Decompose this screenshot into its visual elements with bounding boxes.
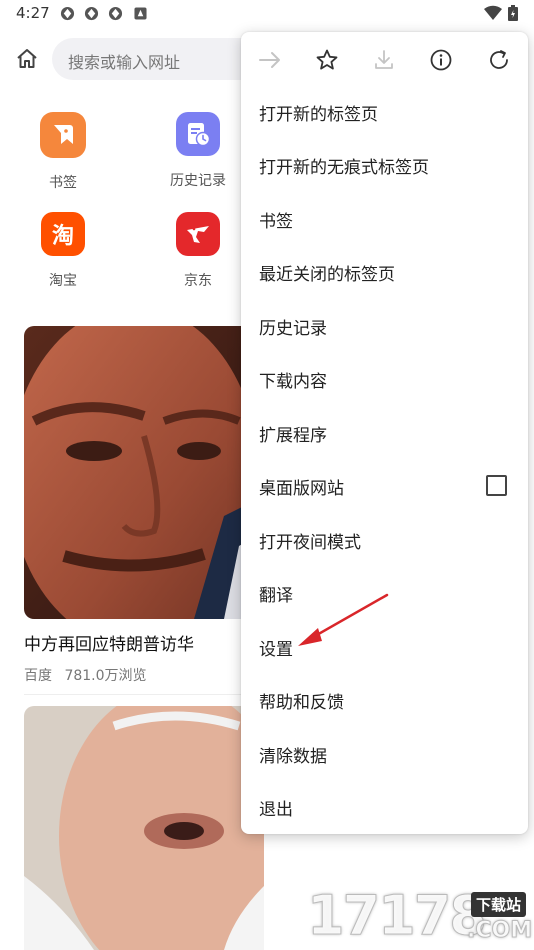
quick-link-bookmarks[interactable]: 书签 xyxy=(18,112,108,192)
menu-item-label: 打开新的标签页 xyxy=(259,105,378,125)
menu-item-label: 最近关闭的标签页 xyxy=(259,265,395,285)
download-page-button[interactable] xyxy=(370,46,398,74)
quick-link-label: 历史记录 xyxy=(170,173,226,189)
app-notification-icon xyxy=(134,7,147,20)
quick-link-label: 书签 xyxy=(49,175,77,191)
watermark-text: 17178 xyxy=(307,884,488,948)
status-bar: 4:27 xyxy=(0,0,534,28)
annotation-arrow-icon xyxy=(298,593,389,646)
news-meta: 百度 781.0万浏览 xyxy=(24,665,155,685)
battery-icon xyxy=(508,5,518,21)
menu-item-night-mode[interactable]: 打开夜间模式 xyxy=(241,514,528,567)
menu-item-label: 扩展程序 xyxy=(259,426,327,446)
quick-link-taobao[interactable]: 淘 淘宝 xyxy=(18,212,108,290)
wifi-icon xyxy=(484,5,502,21)
menu-item-label: 打开新的无痕式标签页 xyxy=(259,158,429,178)
quick-link-label: 京东 xyxy=(184,273,212,289)
menu-item-recent-tabs[interactable]: 最近关闭的标签页 xyxy=(241,246,528,299)
menu-item-label: 历史记录 xyxy=(259,319,327,339)
refresh-button[interactable] xyxy=(485,46,513,74)
news-image[interactable] xyxy=(24,706,264,950)
download-icon xyxy=(375,50,393,69)
forward-icon xyxy=(259,52,280,68)
jd-app-icon xyxy=(176,212,220,256)
forward-button[interactable] xyxy=(256,46,284,74)
quick-link-label: 淘宝 xyxy=(49,273,77,289)
desktop-site-checkbox[interactable] xyxy=(486,475,507,496)
status-time: 4:27 xyxy=(16,4,50,22)
menu-item-history[interactable]: 历史记录 xyxy=(241,300,528,353)
home-icon xyxy=(17,49,37,68)
notification-icon xyxy=(108,6,123,21)
home-button[interactable] xyxy=(12,44,42,74)
menu-item-label: 退出 xyxy=(259,800,293,820)
news-divider xyxy=(24,694,264,695)
menu-item-label: 书签 xyxy=(259,212,293,232)
menu-item-exit[interactable]: 退出 xyxy=(241,781,528,834)
notification-icon xyxy=(60,6,75,21)
menu-item-help-feedback[interactable]: 帮助和反馈 xyxy=(241,674,528,727)
menu-item-bookmarks[interactable]: 书签 xyxy=(241,193,528,246)
notification-icon xyxy=(84,6,99,21)
menu-toolbar xyxy=(241,32,528,88)
taobao-glyph: 淘 xyxy=(51,224,74,249)
refresh-icon xyxy=(490,50,508,69)
news-image[interactable] xyxy=(24,326,264,619)
menu-item-clear-data[interactable]: 清除数据 xyxy=(241,728,528,781)
menu-item-extensions[interactable]: 扩展程序 xyxy=(241,407,528,460)
menu-item-label: 下载内容 xyxy=(259,372,327,392)
watermark-badge: 下载站 xyxy=(471,892,527,917)
search-placeholder: 搜索或输入网址 xyxy=(68,53,181,72)
menu-item-label: 打开夜间模式 xyxy=(259,533,361,553)
overflow-menu: 打开新的标签页 打开新的无痕式标签页 书签 最近关闭的标签页 历史记录 下载内容… xyxy=(241,32,528,834)
bookmark-star-button[interactable] xyxy=(313,46,341,74)
menu-item-downloads[interactable]: 下载内容 xyxy=(241,353,528,406)
star-icon xyxy=(316,49,338,70)
news-source: 百度 xyxy=(24,668,52,684)
quick-link-jd[interactable]: 京东 xyxy=(153,212,243,290)
menu-item-label: 清除数据 xyxy=(259,747,327,767)
news-title[interactable]: 中方再回应特朗普访华 xyxy=(24,630,194,655)
info-icon xyxy=(430,49,452,71)
menu-item-new-incognito-tab[interactable]: 打开新的无痕式标签页 xyxy=(241,139,528,192)
page-info-button[interactable] xyxy=(427,46,455,74)
watermark-logo: 17178 下载站 .COM xyxy=(305,882,534,950)
taobao-app-icon: 淘 xyxy=(41,212,85,256)
news-views: 781.0万浏览 xyxy=(64,668,147,684)
menu-item-desktop-site[interactable]: 桌面版网站 xyxy=(241,460,528,513)
menu-item-label: 帮助和反馈 xyxy=(259,693,344,713)
watermark-domain: .COM xyxy=(466,918,533,944)
history-app-icon xyxy=(176,112,220,156)
menu-item-label: 桌面版网站 xyxy=(259,479,344,499)
bookmark-app-icon xyxy=(40,112,86,158)
quick-link-history[interactable]: 历史记录 xyxy=(153,112,243,190)
menu-item-new-tab[interactable]: 打开新的标签页 xyxy=(241,86,528,139)
